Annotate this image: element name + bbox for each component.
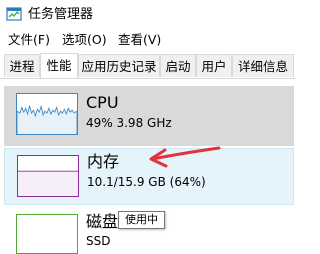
memory-usage-text: 10.1/15.9 GB (64%)	[87, 175, 206, 189]
cpu-graph-thumbnail	[16, 93, 78, 135]
tab-processes[interactable]: 进程	[4, 54, 40, 77]
resource-memory[interactable]: 内存 10.1/15.9 GB (64%)	[4, 148, 294, 205]
window-title: 任务管理器	[28, 7, 94, 22]
tab-strip: 进程 性能 应用历史记录 启动 用户 详细信息	[0, 50, 296, 79]
disk-label: 磁盘	[86, 212, 119, 231]
memory-label: 内存	[87, 152, 120, 171]
disk-type-text: SSD	[86, 234, 111, 248]
task-manager-icon	[6, 7, 22, 21]
memory-graph-thumbnail	[17, 155, 79, 197]
menu-view[interactable]: 查看(V)	[118, 32, 161, 48]
tab-details[interactable]: 详细信息	[232, 54, 294, 77]
tab-startup[interactable]: 启动	[160, 54, 196, 77]
tab-users[interactable]: 用户	[196, 54, 232, 77]
title-bar: 任务管理器	[0, 0, 296, 30]
tab-app-history[interactable]: 应用历史记录	[78, 54, 160, 77]
cpu-usage-text: 49% 3.98 GHz	[86, 116, 172, 130]
cpu-label: CPU	[86, 93, 119, 112]
menu-bar: 文件(F) 选项(O) 查看(V)	[0, 30, 296, 50]
menu-options[interactable]: 选项(O)	[62, 32, 107, 48]
tab-performance[interactable]: 性能	[40, 53, 78, 78]
resource-cpu[interactable]: CPU 49% 3.98 GHz	[4, 86, 294, 146]
menu-file[interactable]: 文件(F)	[8, 32, 50, 48]
disk-graph-thumbnail	[16, 214, 78, 254]
tooltip: 使用中	[118, 211, 165, 229]
